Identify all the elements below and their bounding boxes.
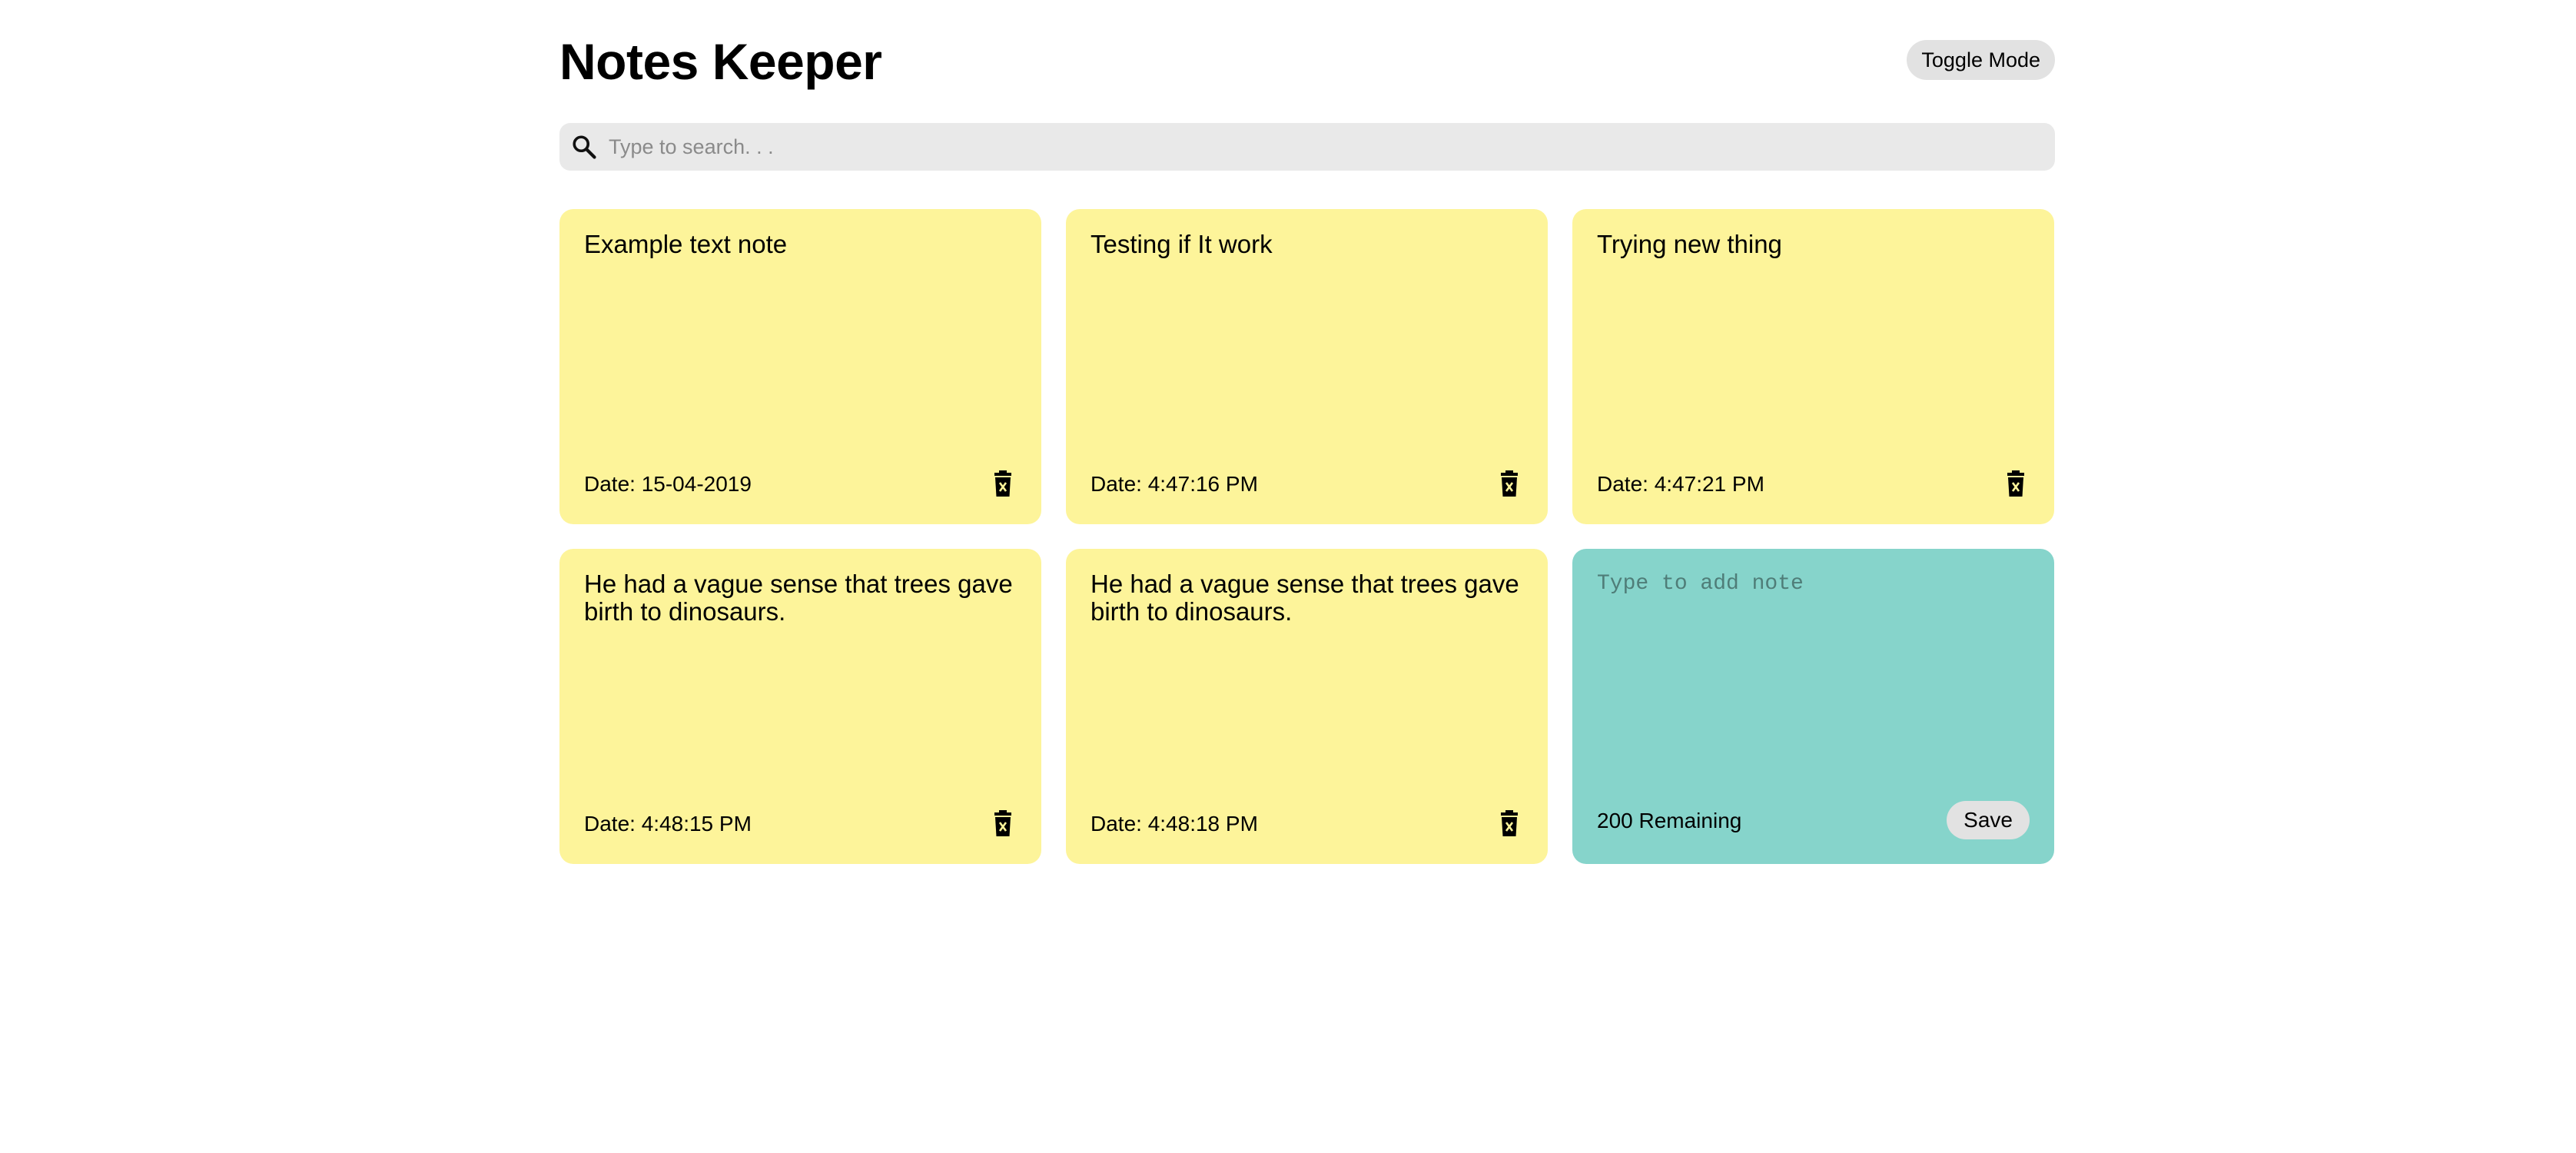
note-card: Example text note Date: 15-04-2019 <box>559 209 1041 524</box>
note-card: He had a vague sense that trees gave bir… <box>1066 549 1548 864</box>
header: Notes Keeper Toggle Mode <box>559 31 2055 92</box>
note-date: Date: 15-04-2019 <box>584 472 752 496</box>
trash-icon[interactable] <box>1499 470 1519 498</box>
notes-grid: Example text note Date: 15-04-2019 Testi… <box>559 209 2055 864</box>
note-text: He had a vague sense that trees gave bir… <box>584 570 1013 626</box>
toggle-mode-button[interactable]: Toggle Mode <box>1907 40 2055 80</box>
note-card: He had a vague sense that trees gave bir… <box>559 549 1041 864</box>
add-note-textarea[interactable] <box>1597 570 2027 755</box>
trash-icon[interactable] <box>1499 810 1519 838</box>
note-text: Example text note <box>584 230 788 258</box>
remaining-count: 200 Remaining <box>1597 809 1742 832</box>
search-input[interactable] <box>601 123 2030 171</box>
note-date: Date: 4:48:18 PM <box>1090 812 1258 836</box>
note-date: Date: 4:47:16 PM <box>1090 472 1258 496</box>
note-text: Testing if It work <box>1090 230 1273 258</box>
search-icon <box>573 135 596 159</box>
note-date: Date: 4:48:15 PM <box>584 812 752 836</box>
add-note-card: 200 Remaining Save <box>1572 549 2054 864</box>
trash-icon[interactable] <box>993 810 1013 838</box>
note-date: Date: 4:47:21 PM <box>1597 472 1764 496</box>
note-card: Testing if It work Date: 4:47:16 PM <box>1066 209 1548 524</box>
note-text: He had a vague sense that trees gave bir… <box>1090 570 1519 626</box>
trash-icon[interactable] <box>2006 470 2026 498</box>
note-text: Trying new thing <box>1597 230 1782 258</box>
page-title: Notes Keeper <box>559 33 882 90</box>
search-bar <box>559 123 2055 171</box>
trash-icon[interactable] <box>993 470 1013 498</box>
note-card: Trying new thing Date: 4:47:21 PM <box>1572 209 2054 524</box>
save-button[interactable]: Save <box>1947 801 2030 839</box>
